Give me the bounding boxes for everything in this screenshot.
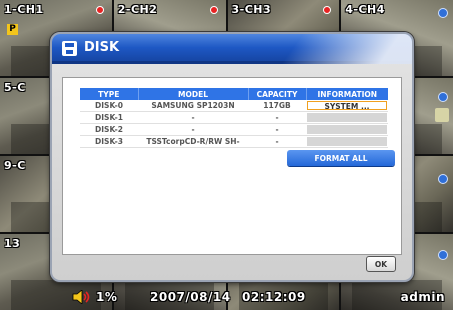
disk-info-button[interactable] [307, 113, 387, 122]
dialog-title: DISK [84, 40, 120, 55]
disk-type: DISK-0 [80, 100, 138, 112]
column-header-type: TYPE [80, 88, 139, 100]
camera-label: 1-CH1 [4, 3, 44, 16]
disk-model: - [138, 123, 248, 136]
column-header-capacity: CAPACITY [248, 88, 307, 100]
camera-label: 4-CH4 [345, 3, 385, 16]
disk-type: DISK-2 [80, 123, 138, 136]
disk-model: SAMSUNG SP1203N [138, 100, 248, 112]
camera-label: 3-CH3 [231, 3, 272, 16]
status-date: 2007/08/14 [150, 290, 231, 304]
column-header-information: INFORMATION [306, 88, 388, 100]
table-row[interactable]: DISK-3 TSSTcorpCD-R/RW SH- - [80, 135, 388, 148]
disk-table: TYPE MODEL CAPACITY INFORMATION DISK-0 S… [80, 88, 388, 148]
disk-info-button[interactable] [307, 125, 387, 134]
speaker-icon[interactable] [72, 290, 92, 304]
disk-info-button[interactable] [307, 137, 387, 146]
p-badge: P [7, 24, 18, 35]
record-dot-icon [209, 6, 218, 14]
status-dot-icon [438, 8, 448, 18]
disk-info-button[interactable]: SYSTEM ... [307, 101, 387, 111]
ok-button[interactable]: OK [366, 256, 396, 272]
dialog-header: DISK [52, 34, 412, 64]
table-row[interactable]: DISK-2 - - [80, 123, 388, 136]
volume-level: 1% [96, 290, 118, 304]
table-row[interactable]: DISK-0 SAMSUNG SP1203N 117GB SYSTEM ... [80, 100, 388, 112]
table-row[interactable]: DISK-1 - - [80, 111, 388, 124]
status-dot-icon [438, 174, 448, 184]
record-dot-icon [323, 6, 332, 14]
status-dot-icon [438, 250, 448, 260]
disk-model: - [138, 111, 248, 124]
disk-capacity: - [248, 123, 306, 136]
camera-label: 13 [4, 237, 21, 250]
disk-dialog: DISK TYPE MODEL CAPACITY INFORMATION DIS… [50, 32, 414, 282]
disk-type: DISK-3 [80, 135, 138, 148]
camera-label: 9-C [4, 159, 26, 172]
motion-icon [435, 108, 449, 122]
disk-capacity: 117GB [248, 100, 306, 112]
status-time: 02:12:09 [242, 290, 306, 304]
table-header-row: TYPE MODEL CAPACITY INFORMATION [80, 88, 388, 100]
disk-capacity: - [248, 111, 306, 124]
disk-capacity: - [248, 135, 306, 148]
disk-type: DISK-1 [80, 111, 138, 124]
camera-label: 2-CH2 [117, 3, 158, 16]
record-dot-icon [95, 6, 104, 14]
camera-label: 5-C [4, 81, 26, 94]
disk-panel: TYPE MODEL CAPACITY INFORMATION DISK-0 S… [62, 77, 402, 255]
status-dot-icon [438, 92, 448, 102]
status-bar: 1% 2007/08/14 02:12:09 admin [0, 284, 453, 310]
column-header-model: MODEL [138, 88, 249, 100]
status-user[interactable]: admin [401, 290, 445, 304]
disk-model: TSSTcorpCD-R/RW SH- [138, 135, 248, 148]
format-all-button[interactable]: FORMAT ALL [287, 150, 395, 166]
disk-icon [62, 41, 77, 56]
